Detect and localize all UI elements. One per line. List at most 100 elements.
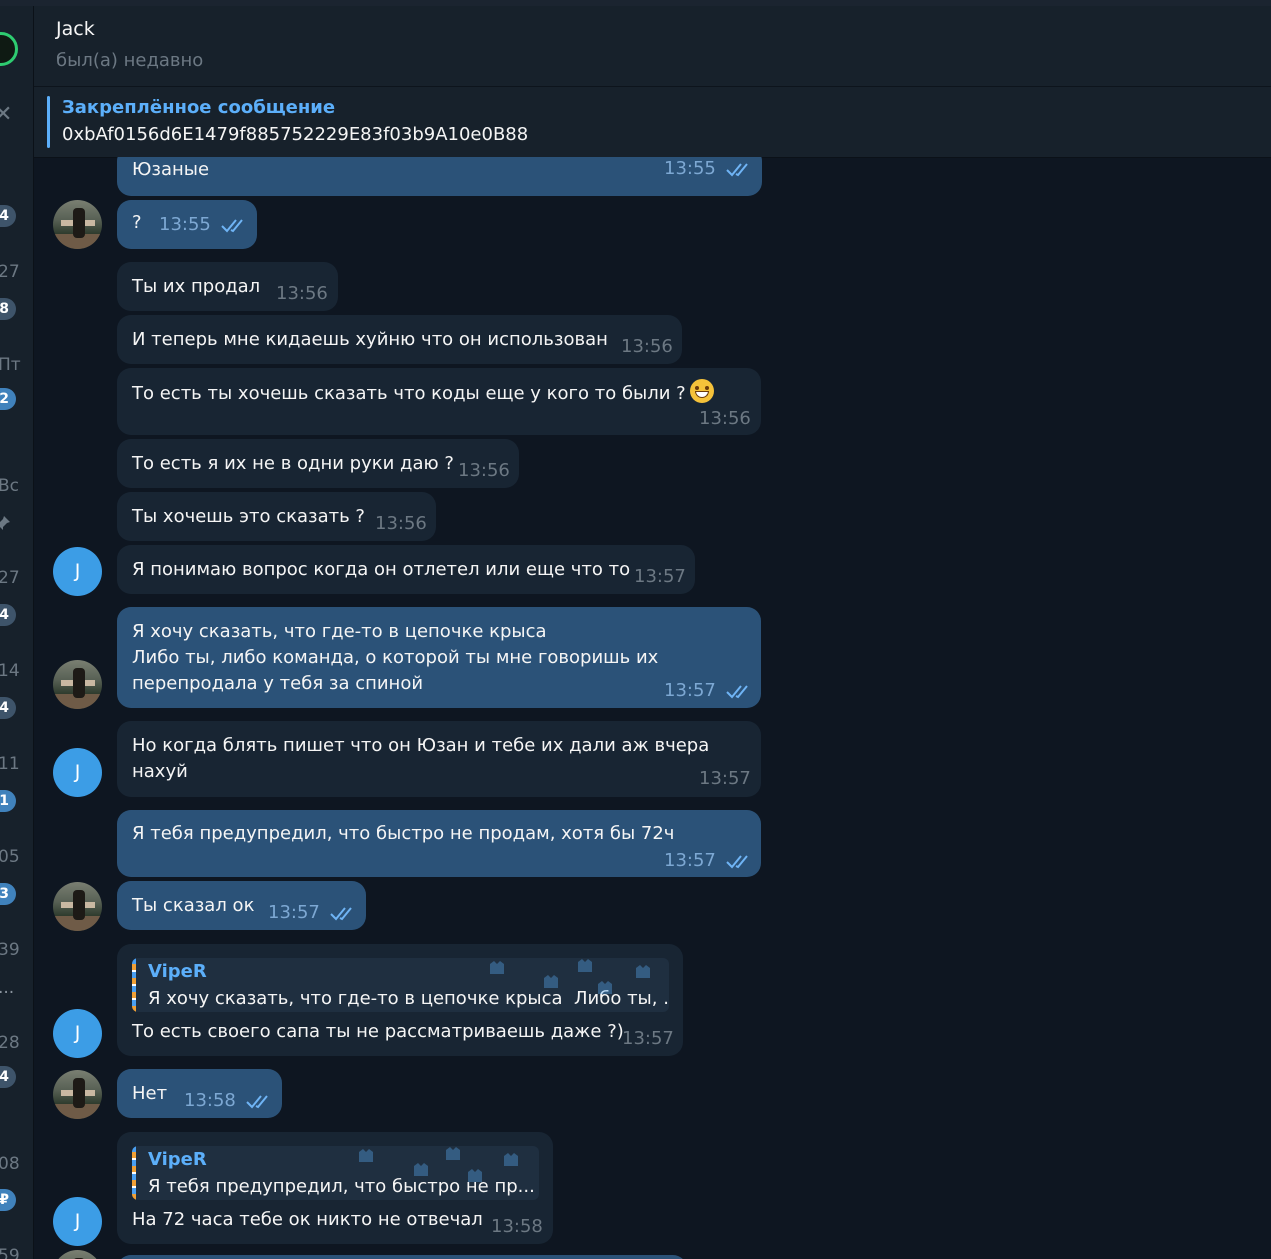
- user-avatar[interactable]: [53, 200, 102, 249]
- chat-time: 27: [0, 262, 20, 282]
- message-bubble[interactable]: Я понимаю вопрос когда он отлетел или ещ…: [117, 545, 695, 594]
- reply-text: Я хочу сказать, что где-то в цепочке кры…: [148, 988, 669, 1009]
- message-text-line: Я хочу сказать, что где-то в цепочке кры…: [132, 621, 547, 642]
- user-avatar[interactable]: [53, 1250, 102, 1259]
- chat-time: Вс: [0, 476, 20, 496]
- message-bubble[interactable]: Но когда блять пишет что он Юзан и тебе …: [117, 721, 761, 797]
- message-bubble[interactable]: ? 13:55: [117, 200, 257, 249]
- message-text: Ты их продал: [132, 276, 261, 297]
- message-text-line: нахуй: [132, 761, 188, 782]
- close-icon[interactable]: ✕: [0, 102, 12, 127]
- message-time: 13:58: [184, 1090, 236, 1111]
- message-bubble[interactable]: Ты сказал ок 13:57: [117, 881, 366, 930]
- double-check-icon: [221, 219, 243, 233]
- message-bubble[interactable]: Нет 13:58: [117, 1069, 282, 1118]
- message-bubble[interactable]: То есть я их не в одни руки даю ? 13:56: [117, 439, 519, 488]
- double-check-icon: [726, 685, 748, 699]
- message-time: 13:56: [699, 408, 751, 429]
- message-bubble[interactable]: Ты хочешь это сказать ? 13:56: [117, 492, 436, 541]
- message-time: 13:57: [634, 566, 686, 587]
- message-time: 13:57: [268, 902, 320, 923]
- double-check-icon: [246, 1095, 268, 1109]
- app-logo-icon[interactable]: [0, 32, 18, 66]
- chat-time: Пт: [0, 355, 21, 375]
- message-time: 13:56: [276, 283, 328, 304]
- mask-icon: [359, 1149, 373, 1162]
- message-time: 13:56: [458, 460, 510, 481]
- message-bubble[interactable]: VipeR Я тебя предупредил, что быстро не …: [117, 1132, 553, 1244]
- message-bubble-partial[interactable]: [117, 1255, 687, 1259]
- message-bubble[interactable]: Ты их продал 13:56: [117, 262, 338, 311]
- unread-badge: 4: [0, 604, 16, 626]
- unread-badge: 4: [0, 1066, 16, 1088]
- reply-author: VipeR: [148, 961, 207, 982]
- message-bubble[interactable]: И теперь мне кидаешь хуйню что он исполь…: [117, 315, 682, 364]
- message-time: 13:55: [664, 158, 716, 179]
- message-time: 13:57: [664, 850, 716, 871]
- unread-badge: 3: [0, 883, 16, 905]
- message-bubble[interactable]: Юзаные 13:55: [117, 157, 762, 196]
- message-text-line: перепродала у тебя за спиной: [132, 673, 424, 694]
- chat-list-sidebar[interactable]: ✕ 4 27 8 Пт 2 Вс 27 4 14 4 11 1 05 3 39 …: [0, 6, 34, 1259]
- reply-author: VipeR: [148, 1149, 207, 1170]
- message-text: Я тебя предупредил, что быстро не продам…: [132, 823, 675, 844]
- unread-badge: 8: [0, 298, 16, 320]
- unread-badge: 1: [0, 790, 16, 812]
- reply-quote[interactable]: VipeR Я хочу сказать, что где-то в цепоч…: [132, 958, 669, 1012]
- reply-accent-bar: [132, 958, 136, 1012]
- chat-time: 28: [0, 1033, 20, 1053]
- chat-time: 05: [0, 847, 20, 867]
- message-bubble[interactable]: VipeR Я хочу сказать, что где-то в цепоч…: [117, 944, 683, 1056]
- message-bubble[interactable]: То есть ты хочешь сказать что коды еще у…: [117, 368, 761, 435]
- chat-time: 11: [0, 754, 20, 774]
- message-text: Юзаные: [132, 159, 210, 180]
- mask-icon: [468, 1169, 482, 1182]
- mask-icon: [636, 965, 650, 978]
- message-time: 13:57: [664, 680, 716, 701]
- message-text: Ты хочешь это сказать ?: [132, 506, 365, 527]
- contact-avatar[interactable]: J: [53, 1197, 102, 1246]
- mask-icon: [490, 961, 504, 974]
- message-text: Ты сказал ок: [132, 895, 255, 916]
- mask-icon: [504, 1153, 518, 1166]
- mask-icon: [446, 1147, 460, 1160]
- pinned-message-bar[interactable]: Закреплённое сообщение 0xbAf0156d6E1479f…: [34, 86, 1271, 158]
- message-bubble[interactable]: Я тебя предупредил, что быстро не продам…: [117, 810, 761, 877]
- unread-badge: 2: [0, 388, 16, 410]
- mask-icon: [544, 975, 558, 988]
- contact-avatar[interactable]: J: [53, 1009, 102, 1058]
- user-avatar[interactable]: [53, 882, 102, 931]
- message-text-row: То есть ты хочешь сказать что коды еще у…: [132, 379, 714, 407]
- grinning-face-emoji: [689, 379, 714, 403]
- message-text: И теперь мне кидаешь хуйню что он исполь…: [132, 329, 608, 350]
- message-time: 13:57: [699, 768, 751, 789]
- user-avatar[interactable]: [53, 660, 102, 709]
- chat-time: 14: [0, 661, 20, 681]
- unread-badge: 4: [0, 697, 16, 719]
- user-avatar[interactable]: [53, 1070, 102, 1119]
- chat-header[interactable]: Jack был(а) недавно: [34, 6, 1271, 86]
- pinned-text: 0xbAf0156d6E1479f885752229E83f03b9A10e0B…: [62, 124, 529, 145]
- chat-time: 27: [0, 568, 20, 588]
- chat-time: 39: [0, 940, 20, 960]
- message-bubble[interactable]: Я хочу сказать, что где-то в цепочке кры…: [117, 607, 761, 708]
- contact-avatar[interactable]: J: [53, 547, 102, 596]
- unread-badge: ₽: [0, 1189, 16, 1211]
- mask-icon: [414, 1163, 428, 1176]
- contact-name[interactable]: Jack: [56, 18, 95, 40]
- message-text: Нет: [132, 1083, 168, 1104]
- message-list[interactable]: Юзаные 13:55 ? 13:55 Ты их продал 13:56 …: [34, 157, 1271, 1259]
- pin-icon: [0, 516, 10, 530]
- contact-avatar[interactable]: J: [53, 748, 102, 797]
- message-text: ?: [132, 212, 142, 233]
- double-check-icon: [726, 855, 748, 869]
- double-check-icon: [726, 163, 748, 177]
- double-check-icon: [330, 907, 352, 921]
- message-text: То есть я их не в одни руки даю ?: [132, 453, 454, 474]
- message-text: Я понимаю вопрос когда он отлетел или ещ…: [132, 559, 631, 580]
- reply-quote[interactable]: VipeR Я тебя предупредил, что быстро не …: [132, 1146, 539, 1200]
- contact-status: был(а) недавно: [56, 50, 204, 71]
- message-text-line: Либо ты, либо команда, о которой ты мне …: [132, 647, 659, 668]
- pinned-title: Закреплённое сообщение: [62, 97, 336, 118]
- message-time: 13:55: [159, 214, 211, 235]
